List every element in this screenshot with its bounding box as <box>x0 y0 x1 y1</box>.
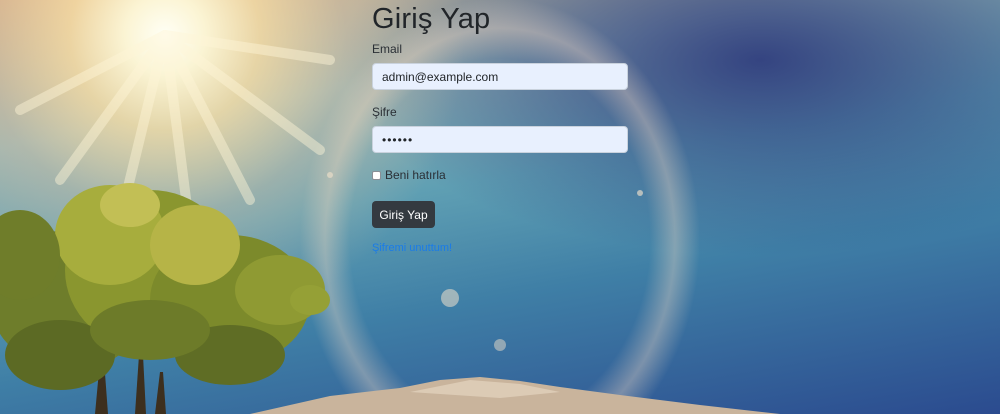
login-button[interactable]: Giriş Yap <box>372 201 435 228</box>
email-label: Email <box>372 42 403 56</box>
password-label: Şifre <box>372 105 397 119</box>
page-title: Giriş Yap <box>372 3 491 35</box>
email-field[interactable] <box>372 63 628 90</box>
remember-me-label[interactable]: Beni hatırla <box>385 168 446 182</box>
password-field[interactable] <box>372 126 628 153</box>
tree-canopy <box>0 183 330 390</box>
lens-flare <box>327 172 643 351</box>
forgot-password-link[interactable]: Şifremi unuttum! <box>372 242 452 254</box>
remember-me-checkbox[interactable] <box>372 170 381 180</box>
remember-me-row[interactable]: Beni hatırla <box>372 168 446 182</box>
